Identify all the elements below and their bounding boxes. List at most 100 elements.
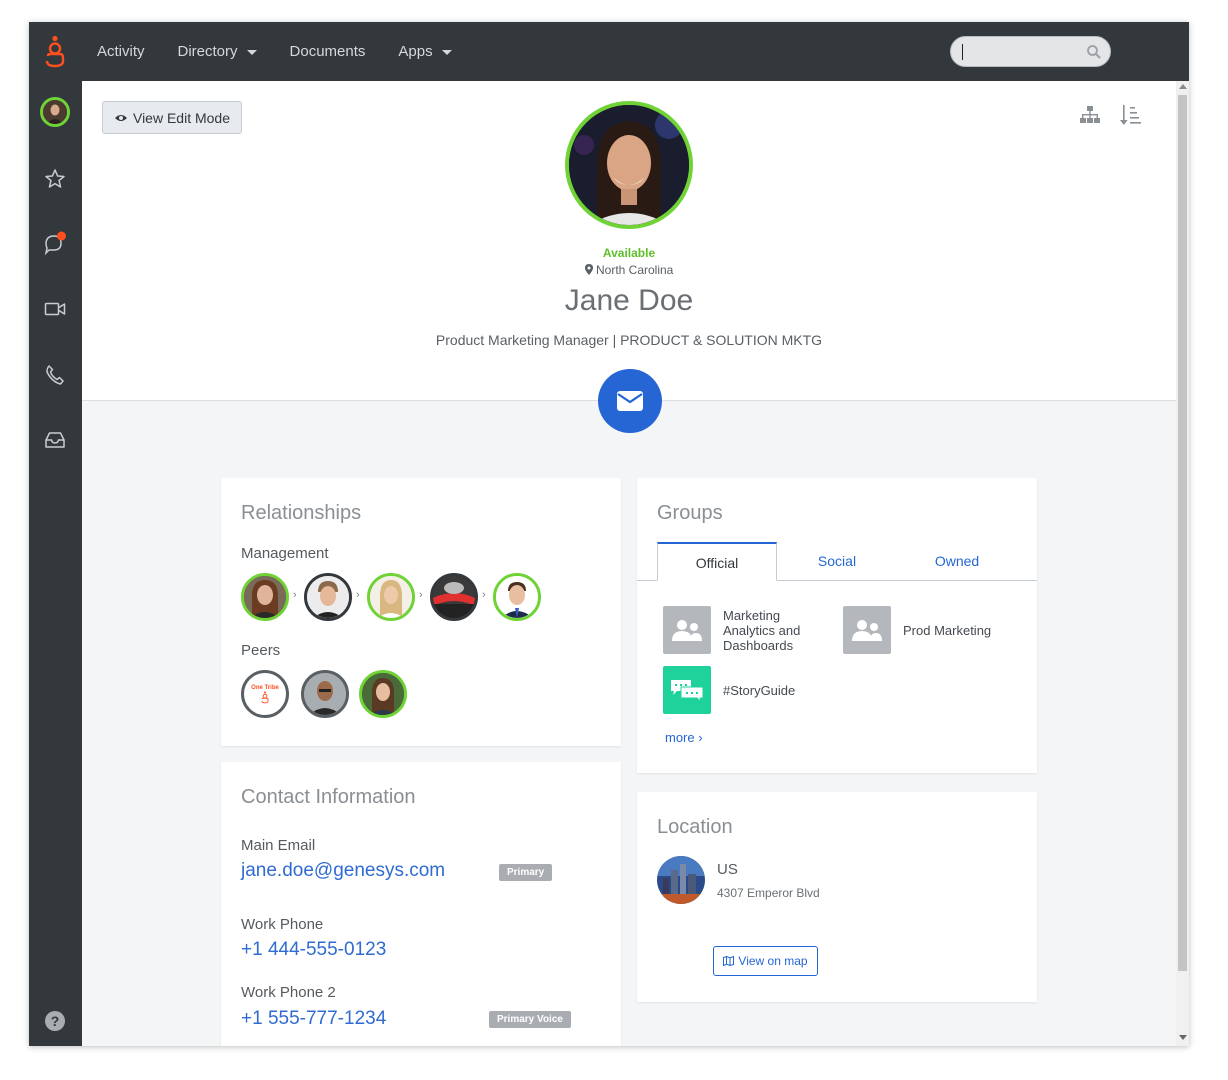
- chevron-right-icon: ›: [356, 589, 360, 601]
- management-label: Management: [241, 545, 329, 562]
- inbox-button[interactable]: [41, 426, 69, 454]
- scrollbar-thumb[interactable]: [1178, 95, 1187, 971]
- location-card: Location US 4307 Emperor Blvd View on ma…: [637, 792, 1037, 1002]
- profile-title: Product Marketing Manager | PRODUCT & SO…: [435, 332, 823, 348]
- main-email-label: Main Email: [241, 837, 316, 854]
- peer-avatar-image: [362, 673, 404, 715]
- tab-owned[interactable]: Owned: [897, 542, 1017, 581]
- scroll-up-arrow-icon[interactable]: [1179, 84, 1187, 89]
- view-on-map-button[interactable]: View on map: [713, 946, 818, 976]
- location-title: Location: [657, 816, 733, 838]
- manager-avatar[interactable]: [304, 573, 352, 621]
- genesys-logo-icon[interactable]: [42, 35, 68, 69]
- contact-info-card: Contact Information Main Email jane.doe@…: [221, 762, 621, 1046]
- nav-activity[interactable]: Activity: [97, 43, 145, 60]
- phone-button[interactable]: [41, 361, 69, 389]
- location-photo: [657, 856, 705, 904]
- nav-directory[interactable]: Directory: [178, 43, 257, 60]
- location-country: US: [717, 861, 738, 878]
- nav-documents[interactable]: Documents: [290, 43, 366, 60]
- group-chat-icon: [663, 666, 711, 714]
- sidebar: ?: [29, 81, 82, 1046]
- chevron-right-icon: ›: [419, 589, 423, 601]
- scroll-down-arrow-icon[interactable]: [1179, 1035, 1187, 1040]
- nav-apps[interactable]: Apps: [398, 43, 452, 60]
- user-avatar[interactable]: [40, 97, 70, 127]
- genesys-logo-icon: [261, 690, 269, 703]
- group-label: #StoryGuide: [723, 682, 796, 698]
- manager-avatar-image: [307, 576, 349, 618]
- map-icon: [723, 956, 735, 966]
- people-icon: [852, 620, 882, 641]
- peer-avatar[interactable]: [359, 670, 407, 718]
- star-icon: [45, 169, 65, 188]
- search-input[interactable]: [950, 36, 1111, 67]
- nav-documents-label: Documents: [289, 43, 366, 60]
- send-email-button[interactable]: [598, 369, 662, 433]
- group-item[interactable]: Prod Marketing: [843, 606, 991, 654]
- search-icon[interactable]: [1085, 43, 1103, 61]
- view-edit-mode-label: View Edit Mode: [132, 109, 230, 126]
- nav-activity-label: Activity: [97, 43, 145, 60]
- contact-info-title: Contact Information: [241, 786, 416, 808]
- group-item[interactable]: #StoryGuide: [663, 666, 795, 714]
- chat-button[interactable]: [41, 229, 69, 257]
- work-phone-link[interactable]: +1 444-555-0123: [241, 939, 386, 961]
- nav-directory-label: Directory: [177, 43, 238, 60]
- peer-avatar-image: [304, 673, 346, 715]
- manager-avatar[interactable]: [493, 573, 541, 621]
- people-icon: [672, 620, 702, 641]
- manager-avatar-image: [496, 576, 538, 618]
- caret-down-icon: [441, 50, 452, 55]
- video-camera-icon: [44, 302, 66, 316]
- peer-avatar[interactable]: One Tribe: [241, 670, 289, 718]
- tab-social[interactable]: Social: [777, 542, 897, 581]
- caret-down-icon: [246, 50, 257, 55]
- favorites-button[interactable]: [41, 165, 69, 193]
- group-label: Marketing Analytics and Dashboards: [723, 607, 801, 653]
- manager-avatar[interactable]: [430, 573, 478, 621]
- nav-apps-label: Apps: [398, 43, 433, 60]
- peer-avatar[interactable]: [301, 670, 349, 718]
- presence-status: Available: [602, 246, 656, 260]
- vertical-scrollbar[interactable]: [1176, 81, 1189, 1046]
- group-people-icon: [663, 606, 711, 654]
- location-address: 4307 Emperor Blvd: [717, 886, 820, 900]
- manager-avatar-image: [244, 576, 286, 618]
- profile-location: North Carolina: [82, 263, 1176, 277]
- peers-label: Peers: [241, 642, 281, 659]
- profile-photo-image: [569, 105, 689, 225]
- one-tribe-badge: One Tribe: [244, 673, 286, 715]
- eye-icon: [114, 114, 127, 121]
- chevron-right-icon: ›: [482, 589, 486, 601]
- view-on-map-label: View on map: [738, 954, 808, 968]
- help-icon[interactable]: ?: [45, 1011, 65, 1031]
- manager-avatar[interactable]: [367, 573, 415, 621]
- city-skyline-image: [657, 856, 705, 904]
- video-button[interactable]: [41, 295, 69, 323]
- inbox-icon: [45, 432, 65, 448]
- chevron-right-icon: ›: [293, 589, 297, 601]
- relationships-title: Relationships: [241, 502, 362, 524]
- more-groups-link[interactable]: more ›: [665, 730, 703, 745]
- main-email-link[interactable]: jane.doe@genesys.com: [241, 860, 445, 882]
- sort-icon[interactable]: [1119, 103, 1141, 127]
- help-label: ?: [50, 1013, 60, 1029]
- group-item[interactable]: Marketing Analytics and Dashboards: [663, 606, 823, 654]
- app-window: Activity Directory Documents Apps ? View…: [29, 22, 1189, 1046]
- text-cursor: [962, 44, 963, 60]
- primary-voice-badge: Primary Voice: [489, 1011, 571, 1028]
- avatar-image: [43, 100, 67, 124]
- phone-icon: [46, 365, 64, 385]
- profile-name: Jane Doe: [564, 284, 694, 317]
- work-phone-2-link[interactable]: +1 555-777-1234: [241, 1008, 386, 1030]
- manager-avatar[interactable]: [241, 573, 289, 621]
- view-edit-mode-button[interactable]: View Edit Mode: [102, 101, 242, 134]
- org-chart-icon[interactable]: [1079, 105, 1101, 125]
- relationships-card: Relationships Management › › › › Peers O…: [221, 478, 621, 746]
- primary-badge: Primary: [499, 864, 553, 881]
- tab-official[interactable]: Official: [657, 542, 777, 581]
- groups-title: Groups: [657, 502, 723, 524]
- profile-photo[interactable]: [565, 101, 693, 229]
- envelope-icon: [617, 391, 643, 411]
